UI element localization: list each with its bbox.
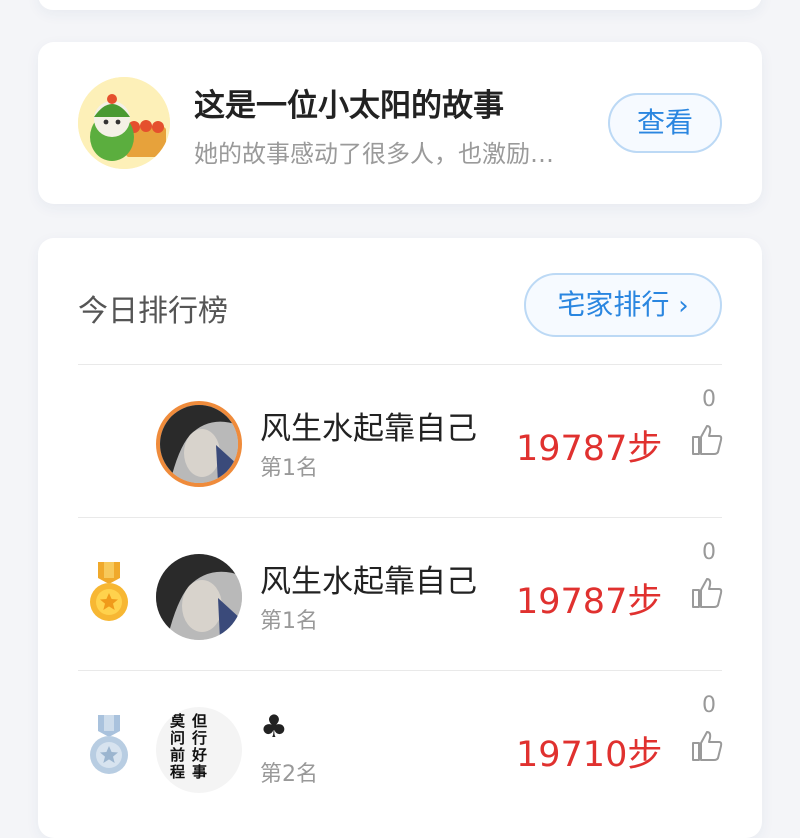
like-count: 0 xyxy=(702,540,716,565)
home-ranking-button[interactable]: 宅家排行 › xyxy=(524,273,722,337)
thumbs-up-icon[interactable] xyxy=(690,423,724,457)
like-count: 0 xyxy=(702,387,716,412)
chevron-right-icon: › xyxy=(678,291,689,321)
avatar: 但行好事 莫问前程 xyxy=(156,707,242,793)
ranking-row-self[interactable]: 风生水起靠自己 第1名 19787步 0 xyxy=(38,365,762,517)
rank-number: 第2名 xyxy=(260,762,318,787)
avatar xyxy=(156,401,242,487)
zongzi-mascot-icon xyxy=(78,77,170,169)
step-count: 19787步 xyxy=(516,429,663,469)
like-count: 0 xyxy=(702,693,716,718)
gold-medal-icon xyxy=(90,562,128,621)
ranking-row[interactable]: 风生水起靠自己 第1名 19787步 0 xyxy=(38,518,762,670)
rank-number: 第1名 xyxy=(260,456,318,481)
view-story-button[interactable]: 查看 xyxy=(608,93,722,153)
user-name: ♣ xyxy=(260,709,288,745)
avatar xyxy=(156,554,242,640)
user-name: 风生水起靠自己 xyxy=(260,564,477,600)
thumbs-up-icon[interactable] xyxy=(690,729,724,763)
ranking-card: 今日排行榜 宅家排行 › 风生水起靠自己 第1名 19787步 0 风生水起靠自… xyxy=(38,238,762,838)
story-title: 这是一位小太阳的故事 xyxy=(194,88,504,124)
home-ranking-label: 宅家排行 xyxy=(557,288,670,321)
silver-medal-icon xyxy=(90,715,128,774)
thumbs-up-icon[interactable] xyxy=(690,576,724,610)
step-count: 19787步 xyxy=(516,582,663,622)
story-avatar xyxy=(78,77,170,169)
step-count: 19710步 xyxy=(516,735,663,775)
user-name: 风生水起靠自己 xyxy=(260,411,477,447)
portrait-icon xyxy=(156,554,242,640)
ranking-row[interactable]: 但行好事 莫问前程 ♣ 第2名 19710步 0 xyxy=(38,671,762,823)
ranking-title: 今日排行榜 xyxy=(78,294,228,329)
calligraphy-avatar-text: 但行好事 莫问前程 xyxy=(168,713,208,781)
rank-number: 第1名 xyxy=(260,609,318,634)
story-subtitle: 她的故事感动了很多人，也激励… xyxy=(194,140,554,168)
story-card[interactable]: 这是一位小太阳的故事 她的故事感动了很多人，也激励… 查看 xyxy=(38,42,762,204)
previous-card xyxy=(38,0,762,10)
portrait-icon xyxy=(160,405,238,483)
